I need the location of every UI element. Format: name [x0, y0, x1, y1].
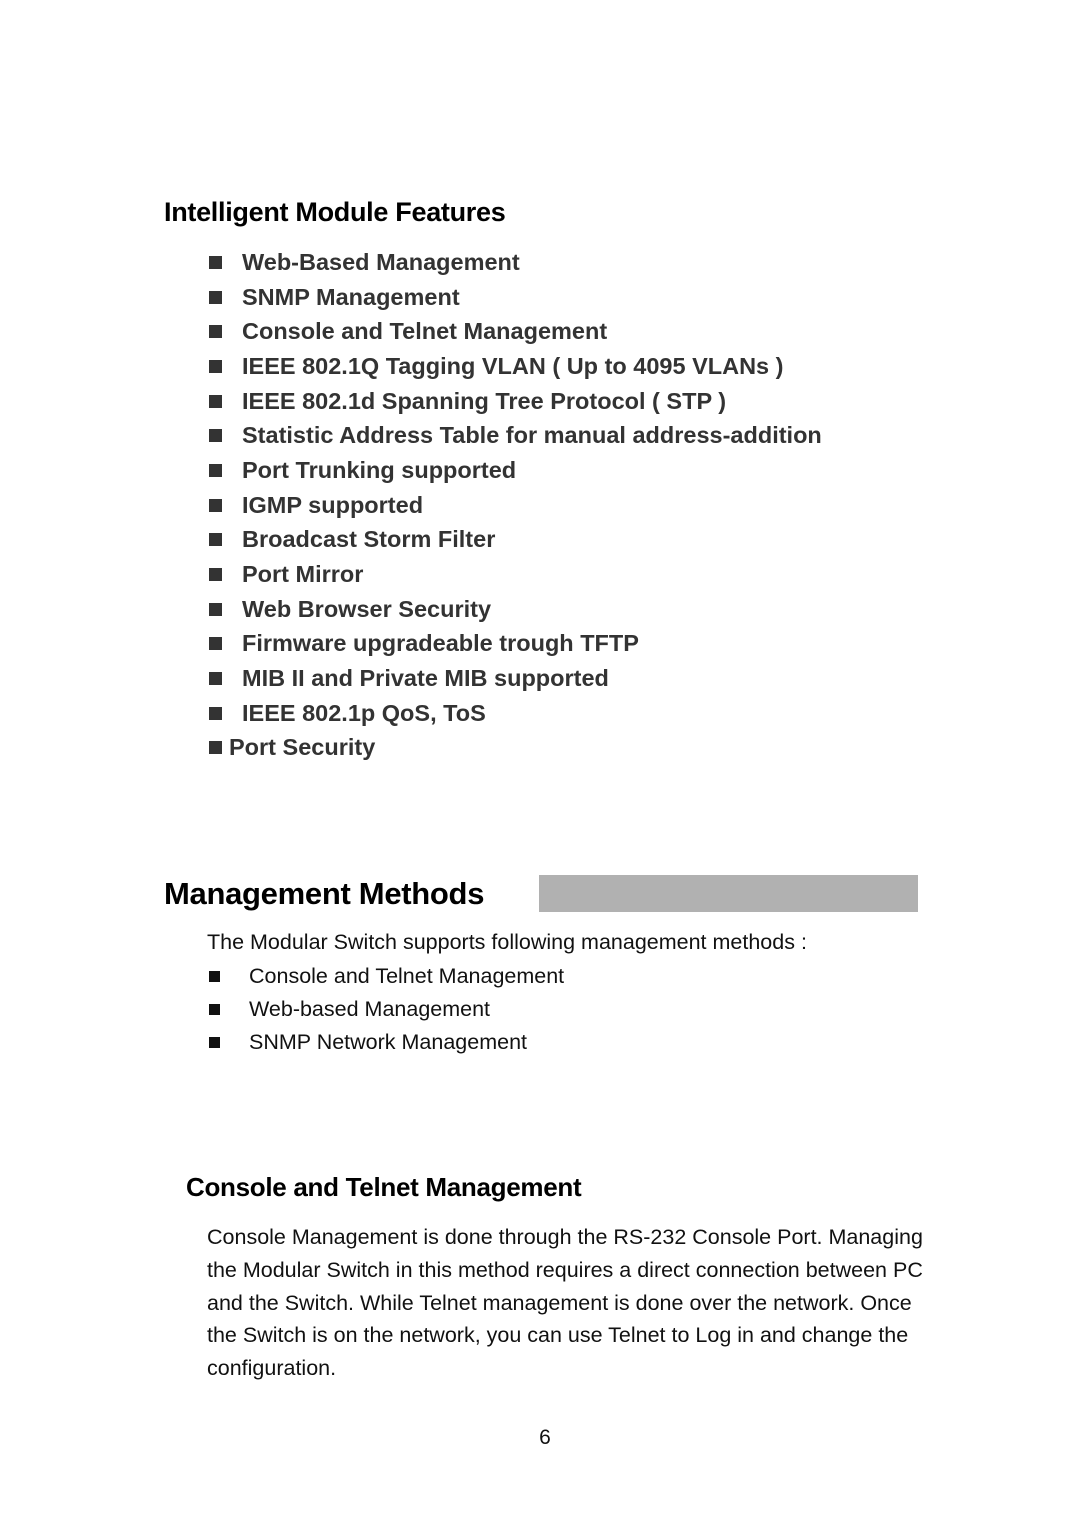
- bullet-square-icon: [209, 255, 222, 269]
- management-heading: Management Methods: [164, 876, 485, 911]
- list-item: Port Mirror: [209, 557, 822, 592]
- bullet-square-icon: [209, 672, 222, 686]
- bullet-square-icon: [209, 359, 222, 373]
- bullet-square-icon: [209, 568, 222, 582]
- list-item: Port Security: [209, 731, 822, 766]
- list-item: Web-Based Management: [209, 245, 822, 280]
- bullet-square-icon: [209, 706, 222, 720]
- bullet-square-icon: [209, 325, 222, 339]
- list-item: SNMP Management: [209, 280, 822, 315]
- list-item: Port Trunking supported: [209, 453, 822, 488]
- bullet-square-icon: [209, 394, 222, 408]
- list-item: Statistic Address Table for manual addre…: [209, 418, 822, 453]
- management-methods-list: Console and Telnet Management Web-based …: [209, 960, 564, 1059]
- bullet-square-icon: [209, 533, 222, 547]
- heading-decoration-bar: [539, 875, 918, 912]
- list-item: SNMP Network Management: [209, 1026, 564, 1059]
- bullet-square-icon: [209, 1004, 220, 1015]
- bullet-square-icon: [209, 741, 222, 755]
- list-item: Web Browser Security: [209, 592, 822, 627]
- list-item: Console and Telnet Management: [209, 960, 564, 993]
- page-number: 6: [539, 1426, 551, 1449]
- bullet-square-icon: [209, 637, 222, 651]
- list-item: MIB II and Private MIB supported: [209, 661, 822, 696]
- list-item: IEEE 802.1Q Tagging VLAN ( Up to 4095 VL…: [209, 349, 822, 384]
- bullet-square-icon: [209, 290, 222, 304]
- features-list: Web-Based Management SNMP Management Con…: [209, 245, 822, 765]
- bullet-square-icon: [209, 498, 222, 512]
- list-item: Broadcast Storm Filter: [209, 523, 822, 558]
- list-item: IEEE 802.1d Spanning Tree Protocol ( STP…: [209, 384, 822, 419]
- bullet-square-icon: [209, 429, 222, 443]
- list-item: IGMP supported: [209, 488, 822, 523]
- management-intro: The Modular Switch supports following ma…: [207, 930, 807, 954]
- bullet-square-icon: [209, 463, 222, 477]
- list-item: Web-based Management: [209, 993, 564, 1026]
- console-heading: Console and Telnet Management: [186, 1172, 582, 1202]
- console-paragraph: Console Management is done through the R…: [207, 1225, 923, 1381]
- list-item: Firmware upgradeable trough TFTP: [209, 627, 822, 662]
- bullet-square-icon: [209, 1037, 220, 1048]
- bullet-square-icon: [209, 971, 220, 982]
- list-item: Console and Telnet Management: [209, 314, 822, 349]
- features-heading: Intelligent Module Features: [164, 197, 506, 227]
- bullet-square-icon: [209, 602, 222, 616]
- list-item: IEEE 802.1p QoS, ToS: [209, 696, 822, 731]
